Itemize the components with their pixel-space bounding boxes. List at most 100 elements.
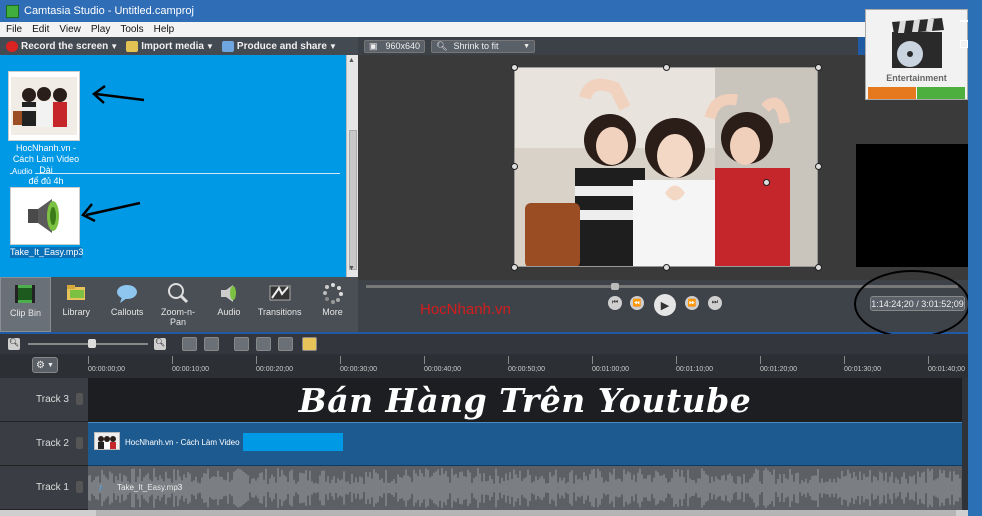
clapperboard-icon	[892, 18, 944, 68]
go-to-end-icon[interactable]: ⏭	[708, 296, 722, 310]
more-icon	[322, 283, 343, 304]
title-bar: Camtasia Studio - Untitled.camproj	[0, 0, 982, 22]
ruler-tick-mark	[676, 356, 677, 364]
resize-handle[interactable]	[815, 163, 822, 170]
entertainment-widget[interactable]: Entertainment	[865, 9, 968, 100]
callouts-icon	[117, 285, 138, 303]
ruler-tick-label: 00:00:50;00	[508, 366, 545, 373]
entertainment-clock-button[interactable]	[868, 87, 916, 99]
preview-photo	[515, 68, 817, 266]
ruler-tick-label: 00:01:40;00	[928, 366, 965, 373]
menu-edit[interactable]: Edit	[32, 24, 49, 35]
lock-icon[interactable]	[76, 437, 83, 449]
annotation-arrow-icon	[81, 201, 141, 223]
track-1-header[interactable]: Track 1	[0, 466, 88, 510]
clip-audio-item[interactable]: Take_It_Easy.mp3	[10, 187, 83, 258]
tab-transitions-label: Transitions	[257, 307, 302, 317]
menu-bar: File Edit View Play Tools Help	[0, 22, 968, 37]
track-1-lane[interactable]: ♪ Take_It_Easy.mp3	[88, 466, 962, 510]
record-screen-button[interactable]: Record the screen ▼	[6, 40, 119, 52]
resize-handle[interactable]	[511, 264, 518, 271]
window-title: Camtasia Studio - Untitled.camproj	[24, 5, 194, 17]
tab-audio[interactable]: Audio	[203, 277, 254, 332]
resize-handle[interactable]	[663, 264, 670, 271]
scrub-knob[interactable]	[611, 283, 619, 290]
split-icon[interactable]	[256, 337, 271, 351]
minimize-icon[interactable]	[960, 20, 968, 22]
resize-handle[interactable]	[663, 64, 670, 71]
menu-file[interactable]: File	[6, 24, 22, 35]
produce-share-button[interactable]: Produce and share ▼	[221, 40, 337, 52]
undo-icon[interactable]	[182, 337, 197, 351]
tab-callouts[interactable]: Callouts	[102, 277, 153, 332]
track-2-header[interactable]: Track 2	[0, 422, 88, 466]
ruler-tick-mark	[508, 356, 509, 364]
ruler-tick-mark	[844, 356, 845, 364]
clip-image-item[interactable]: HocNhanh.vn - Cách Làm Video Dài để đủ 4…	[8, 71, 86, 198]
ruler-tick-label: 00:00:40;00	[424, 366, 461, 373]
track-settings-button[interactable]: ⚙ ▼	[32, 357, 58, 373]
fit-dropdown[interactable]: 🔍︎ Shrink to fit ▼	[431, 39, 536, 53]
watermark-text: HocNhanh.vn	[420, 301, 511, 318]
tab-library[interactable]: Library	[51, 277, 102, 332]
clip-highlight	[243, 433, 343, 451]
resize-handle[interactable]	[511, 163, 518, 170]
menu-tools[interactable]: Tools	[120, 24, 143, 35]
entertainment-battery-button[interactable]	[917, 87, 965, 99]
resize-handle[interactable]	[815, 264, 822, 271]
audio-icon	[220, 285, 236, 302]
ruler-tick-label: 00:00:00;00	[88, 366, 125, 373]
tab-clip-bin[interactable]: Clip Bin	[0, 277, 51, 332]
video-frame[interactable]	[514, 67, 818, 267]
black-video-region	[856, 144, 968, 267]
tab-zoom-n-pan[interactable]: Zoom-n- Pan	[153, 277, 204, 332]
copy-icon[interactable]	[278, 337, 293, 351]
resize-handle[interactable]	[815, 64, 822, 71]
rewind-icon[interactable]: ⏪	[630, 296, 644, 310]
go-to-start-icon[interactable]: ⏮	[608, 296, 622, 310]
ruler-tick-mark	[760, 356, 761, 364]
scrollbar-thumb[interactable]	[96, 510, 956, 516]
scroll-down-icon[interactable]: ▼	[348, 265, 355, 272]
chevron-down-icon: ▼	[110, 41, 119, 51]
tab-more-label: More	[322, 307, 343, 317]
play-icon[interactable]: ▶	[654, 294, 676, 316]
clip-thumbnail	[94, 432, 120, 450]
clip-bin-scrollbar[interactable]: ▲ ▼	[346, 55, 358, 277]
menu-play[interactable]: Play	[91, 24, 110, 35]
timeline-horizontal-scrollbar[interactable]	[0, 510, 968, 516]
lock-icon[interactable]	[76, 393, 83, 405]
track-3-header[interactable]: Track 3	[0, 378, 88, 422]
scroll-up-icon[interactable]: ▲	[348, 57, 355, 64]
resize-handle[interactable]	[511, 64, 518, 71]
ruler-tick-mark	[256, 356, 257, 364]
gear-icon: ⚙	[36, 359, 46, 371]
fast-forward-icon[interactable]: ⏩	[685, 296, 699, 310]
photo-thumbnail-icon	[95, 433, 119, 449]
lock-icon[interactable]	[76, 481, 83, 493]
cut-icon[interactable]	[234, 337, 249, 351]
track-3-lane[interactable]: Bán Hàng Trên Youtube	[88, 378, 962, 422]
import-media-button[interactable]: Import media ▼	[126, 40, 214, 52]
redo-icon[interactable]	[204, 337, 219, 351]
track-2-lane[interactable]: HocNhanh.vn - Cách Làm Video	[88, 422, 962, 466]
tab-transitions[interactable]: Transitions	[254, 277, 305, 332]
tab-more[interactable]: More	[307, 277, 358, 332]
ruler-tick-mark	[340, 356, 341, 364]
ruler-tick-label: 00:00:30;00	[340, 366, 377, 373]
menu-view[interactable]: View	[59, 24, 81, 35]
track-1-clip-label: Take_It_Easy.mp3	[117, 483, 183, 492]
camtasia-app-icon	[6, 4, 19, 18]
menu-help[interactable]: Help	[154, 24, 175, 35]
zoom-out-icon[interactable]: 🔍︎	[8, 338, 20, 350]
paste-icon[interactable]	[302, 337, 317, 351]
timeline-ruler[interactable]: 00:00:00;00 00:00:10;00 00:00:20;00 00:00:3…	[88, 354, 968, 378]
scrollbar-thumb[interactable]	[349, 130, 357, 270]
zoom-slider-knob[interactable]	[88, 339, 96, 348]
zoom-in-icon[interactable]: 🔍︎	[154, 338, 166, 350]
entertainment-label: Entertainment	[886, 73, 947, 83]
resize-handle[interactable]	[763, 179, 770, 186]
ruler-tick-mark	[592, 356, 593, 364]
dimensions-button[interactable]: ▣ 960x640	[364, 39, 426, 53]
maximize-icon[interactable]	[960, 40, 968, 48]
